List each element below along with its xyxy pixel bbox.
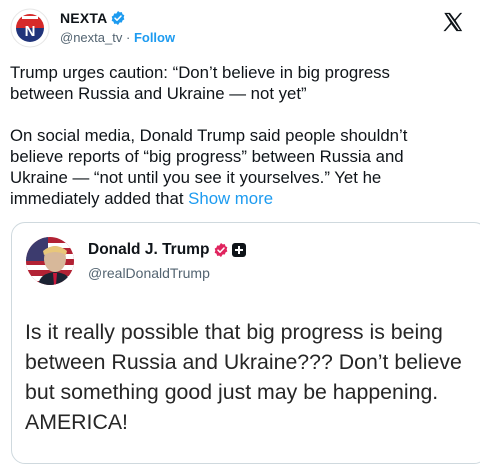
affiliation-badge-icon (232, 243, 247, 257)
quoted-name-row: Donald J. Trump (88, 241, 247, 259)
verified-badge-icon (112, 10, 125, 25)
author-block: NEXTA @nexta_tv · Follow (60, 8, 175, 46)
author-name[interactable]: NEXTA (60, 10, 107, 26)
quoted-author-name[interactable]: Donald J. Trump (88, 241, 209, 259)
handle-row: @nexta_tv · Follow (60, 30, 175, 45)
quoted-post-card[interactable]: Donald J. Trump @realDonaldTrump Is it r… (11, 222, 480, 464)
nexta-logo-icon[interactable]: N (10, 8, 50, 48)
red-verified-badge-icon (215, 243, 228, 257)
x-logo-icon[interactable] (442, 11, 464, 33)
follow-button[interactable]: Follow (134, 30, 175, 45)
quoted-text: Is it really possible that big progress … (25, 320, 462, 434)
post-header: N NEXTA @nexta_tv · Follow (10, 8, 472, 54)
handle-separator: · (125, 30, 131, 45)
quoted-handle[interactable]: @realDonaldTrump (88, 265, 210, 281)
post-paragraph: On social media, Donald Trump said peopl… (10, 125, 470, 209)
quoted-avatar[interactable] (26, 237, 74, 285)
author-handle[interactable]: @nexta_tv (60, 30, 122, 45)
post-headline: Trump urges caution: “Don’t believe in b… (10, 63, 390, 103)
author-name-row: NEXTA (60, 8, 175, 27)
show-more-link[interactable]: Show more (188, 189, 273, 208)
svg-text:N: N (25, 23, 36, 40)
post-body: Trump urges caution: “Don’t believe in b… (10, 62, 470, 209)
